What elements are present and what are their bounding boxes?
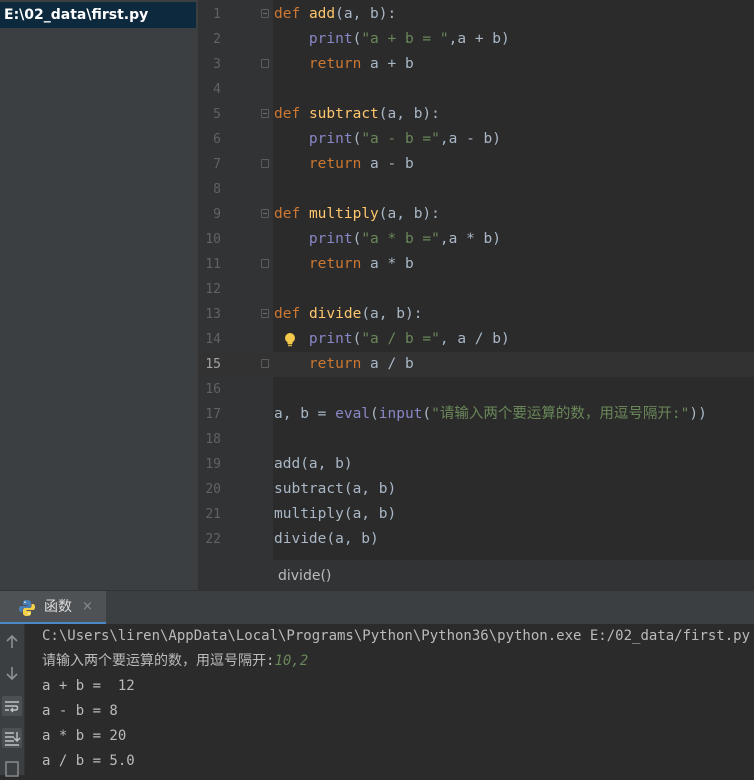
console-output-line: a + b = 12 — [42, 678, 135, 694]
python-icon — [19, 600, 35, 616]
console-output-line: a / b = 5.0 — [42, 753, 135, 769]
fold-marker-icon[interactable] — [261, 359, 269, 368]
line-number: 12 — [205, 282, 221, 297]
console-output-line: a - b = 8 — [42, 703, 118, 719]
console-user-input: 10,2 — [274, 653, 309, 669]
code-line[interactable]: 3 return a + b — [199, 52, 754, 77]
code-line[interactable]: 15 return a / b — [199, 352, 754, 377]
scroll-to-end-icon[interactable] — [2, 728, 22, 748]
fold-marker-icon[interactable] — [261, 59, 269, 68]
run-tab-label: 函数 — [44, 599, 72, 615]
code-line[interactable]: 9 def multiply(a, b): — [199, 202, 754, 227]
line-number: 16 — [205, 382, 221, 397]
code-text: add(a, b) — [274, 456, 353, 472]
run-tool-window-header: 函数 × — [0, 590, 754, 626]
run-toolbar — [0, 624, 25, 777]
arrow-up-icon[interactable] — [2, 632, 22, 652]
line-number: 20 — [205, 482, 221, 497]
code-line[interactable]: 11 return a * b — [199, 252, 754, 277]
line-number: 4 — [213, 82, 221, 97]
project-panel: E:\02_data\first.py — [0, 0, 199, 590]
code-text: print("a - b =",a - b) — [308, 131, 501, 147]
code-text: print("a / b =", a / b) — [308, 331, 510, 347]
line-number: 1 — [213, 7, 221, 22]
line-number: 17 — [205, 407, 221, 422]
fold-marker-icon[interactable] — [261, 209, 269, 218]
code-line[interactable]: 19 add(a, b) — [199, 452, 754, 477]
fold-marker-icon[interactable] — [261, 259, 269, 268]
code-text: a, b = eval(input("请输入两个要运算的数，用逗号隔开:")) — [274, 406, 707, 422]
code-line[interactable]: 1 def add(a, b): — [199, 2, 754, 27]
project-file-item[interactable]: E:\02_data\first.py — [0, 2, 196, 28]
fold-marker-icon[interactable] — [261, 9, 269, 18]
code-text: def divide(a, b): — [274, 306, 423, 322]
fold-marker-icon[interactable] — [261, 309, 269, 318]
code-text: def subtract(a, b): — [274, 106, 440, 122]
console-command-line: C:\Users\liren\AppData\Local\Programs\Py… — [42, 628, 751, 644]
line-number: 11 — [205, 257, 221, 272]
code-line[interactable]: 2 print("a + b = ",a + b) — [199, 27, 754, 52]
line-number: 6 — [213, 132, 221, 147]
breadcrumb-item[interactable]: divide() — [278, 561, 331, 591]
run-console[interactable]: C:\Users\liren\AppData\Local\Programs\Py… — [25, 624, 754, 775]
code-line[interactable]: 6 print("a - b =",a - b) — [199, 127, 754, 152]
line-number: 22 — [205, 532, 221, 547]
print-icon[interactable] — [2, 760, 22, 780]
line-number: 2 — [213, 32, 221, 47]
code-text: return a + b — [308, 56, 414, 72]
console-output-line: a * b = 20 — [42, 728, 127, 744]
code-line[interactable]: 10 print("a * b =",a * b) — [199, 227, 754, 252]
line-number: 5 — [213, 107, 221, 122]
console-prompt-line: 请输入两个要运算的数，用逗号隔开:10,2 — [42, 649, 308, 674]
code-editor[interactable]: 1 def add(a, b): 2 print("a + b = ",a + b)… — [199, 0, 754, 560]
line-number: 21 — [205, 507, 221, 522]
code-line[interactable]: 12 — [199, 277, 754, 302]
code-line[interactable]: 8 — [199, 177, 754, 202]
code-line[interactable]: 4 — [199, 77, 754, 102]
line-number: 3 — [213, 57, 221, 72]
line-number: 9 — [213, 207, 221, 222]
console-prompt: 请输入两个要运算的数，用逗号隔开: — [42, 653, 275, 669]
code-text: print("a + b = ",a + b) — [308, 31, 510, 47]
code-line[interactable]: 7 return a - b — [199, 152, 754, 177]
line-number: 7 — [213, 157, 221, 172]
code-text: return a - b — [308, 156, 414, 172]
code-text: return a / b — [308, 356, 414, 372]
code-line[interactable]: 21 multiply(a, b) — [199, 502, 754, 527]
code-line[interactable]: 22 divide(a, b) — [199, 527, 754, 552]
code-line[interactable]: 20 subtract(a, b) — [199, 477, 754, 502]
line-number: 15 — [205, 357, 221, 372]
line-number: 14 — [205, 332, 221, 347]
code-text: return a * b — [308, 256, 414, 272]
fold-marker-icon[interactable] — [261, 109, 269, 118]
line-number: 18 — [205, 432, 221, 447]
code-text: def multiply(a, b): — [274, 206, 440, 222]
fold-marker-icon[interactable] — [261, 159, 269, 168]
soft-wrap-icon[interactable] — [2, 696, 22, 716]
line-number: 19 — [205, 457, 221, 472]
line-number: 8 — [213, 182, 221, 197]
code-line[interactable]: 13 def divide(a, b): — [199, 302, 754, 327]
code-line[interactable]: 14 print("a / b =", a / b) — [199, 327, 754, 352]
code-line[interactable]: 18 — [199, 427, 754, 452]
breadcrumb: divide() — [199, 560, 754, 591]
code-text: print("a * b =",a * b) — [308, 231, 501, 247]
code-text: def add(a, b): — [274, 6, 397, 22]
code-text: multiply(a, b) — [274, 506, 397, 522]
close-icon[interactable]: × — [82, 591, 93, 623]
code-line[interactable]: 16 — [199, 377, 754, 402]
code-line[interactable]: 5 def subtract(a, b): — [199, 102, 754, 127]
arrow-down-icon[interactable] — [2, 663, 22, 683]
code-line[interactable]: 17 a, b = eval(input("请输入两个要运算的数，用逗号隔开:")… — [199, 402, 754, 427]
line-number: 10 — [205, 232, 221, 247]
line-number: 13 — [205, 307, 221, 322]
run-tab[interactable]: 函数 × — [0, 591, 106, 625]
code-text: subtract(a, b) — [274, 481, 397, 497]
code-text: divide(a, b) — [274, 531, 379, 547]
